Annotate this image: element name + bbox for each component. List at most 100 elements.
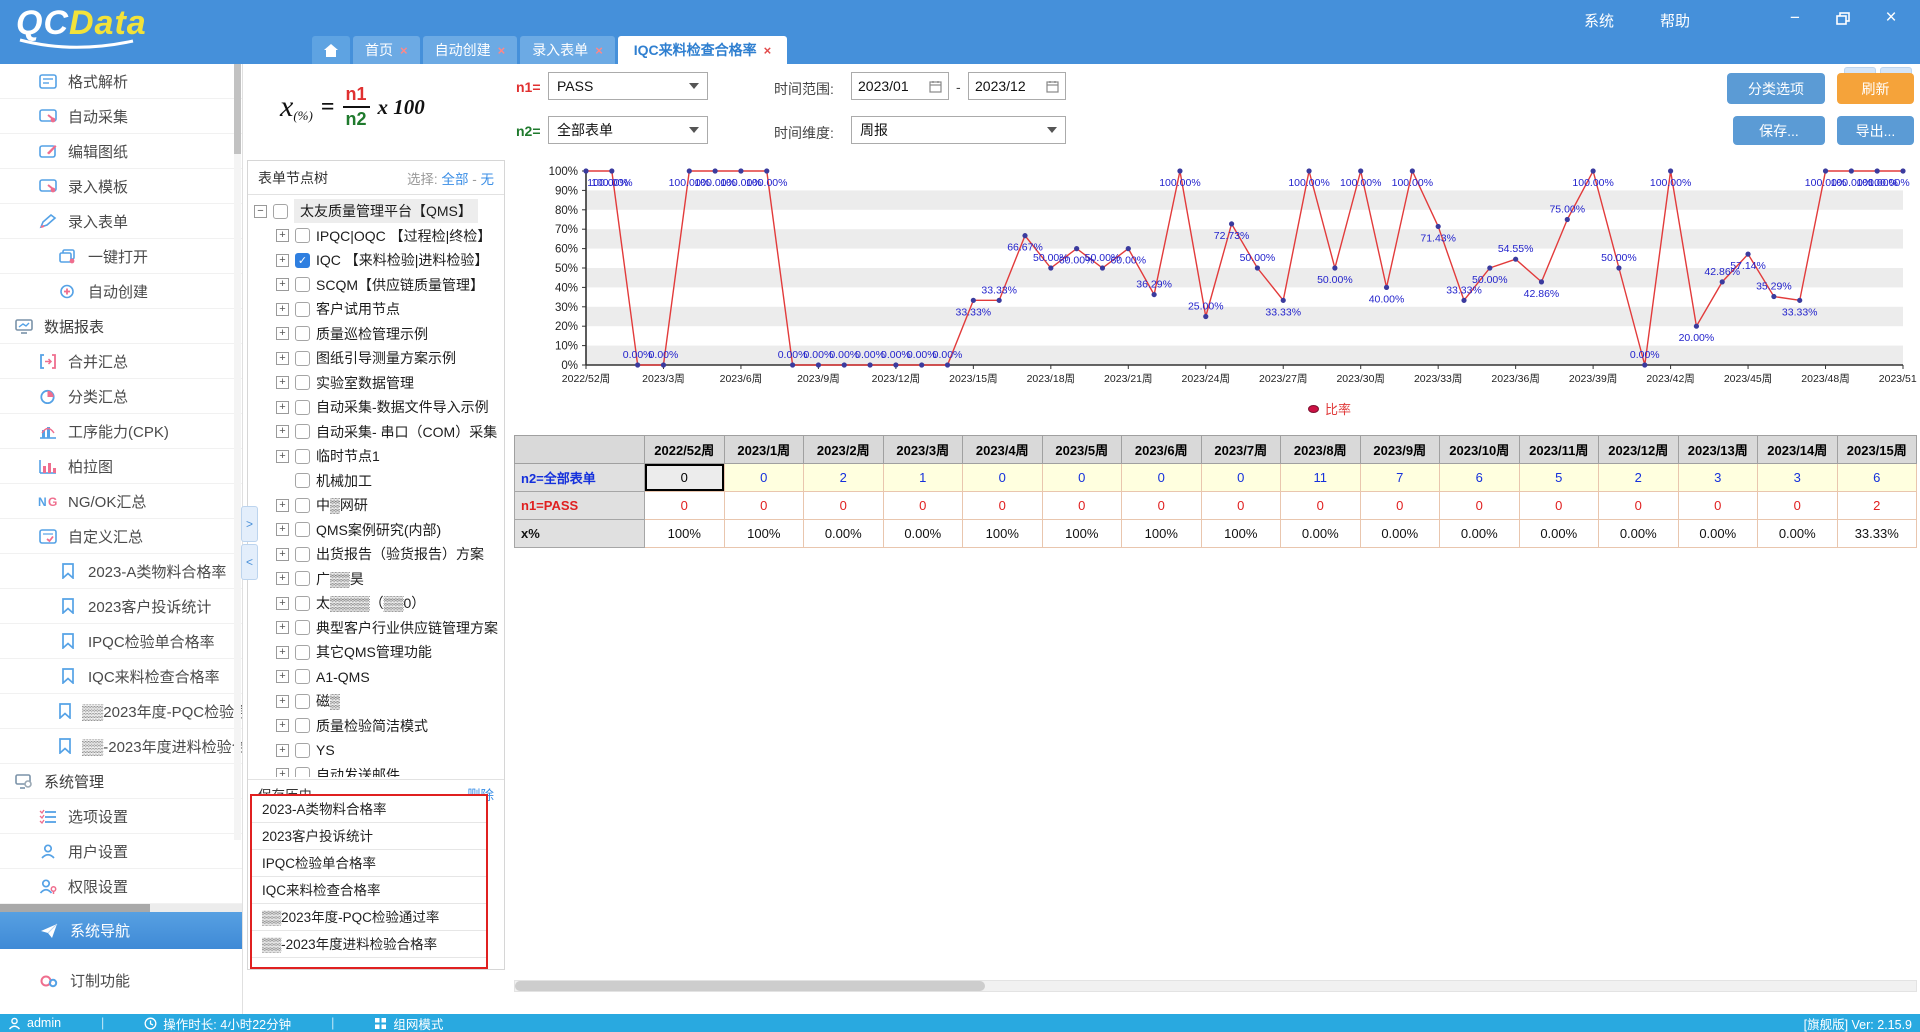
tree-node-10[interactable]: +临时节点1 [248,444,504,469]
sidebar-item-10[interactable]: 工序能力(CPK) [0,414,242,449]
sidebar-item-15[interactable]: 2023客户投诉统计 [0,589,242,624]
history-item-4[interactable]: ▒▒2023年度-PQC检验通过率 [252,904,486,931]
sidebar-item-22[interactable]: 用户设置 [0,834,242,869]
tree-select-all-link[interactable]: 全部 [441,172,468,187]
sidebar-item-2[interactable]: 编辑图纸 [0,134,242,169]
time-from-input[interactable]: 2023/01 [851,72,949,100]
tab-home[interactable] [312,36,350,64]
sidebar-item-13[interactable]: 自定义汇总 [0,519,242,554]
tree-node-21[interactable]: +质量检验简洁模式 [248,714,504,739]
table-cell-r2-c7[interactable]: 100% [1201,520,1281,548]
plus-expander-icon[interactable]: + [276,768,289,777]
tree-node-20[interactable]: +磁▒ [248,689,504,714]
sidebar-item-8[interactable]: 合并汇总 [0,344,242,379]
n2-select[interactable]: 全部表单 [548,116,708,144]
table-cell-r0-c1[interactable]: 0 [724,464,804,492]
tab-close-icon[interactable]: × [400,43,408,58]
tree-node-4[interactable]: +客户试用节点 [248,297,504,322]
table-cell-r1-c14[interactable]: 0 [1758,492,1838,520]
sidebar-item-6[interactable]: 自动创建 [0,274,242,309]
tab-2[interactable]: 录入表单× [520,36,615,64]
sidebar-item-12[interactable]: NGNG/OK汇总 [0,484,242,519]
sidebar-item-16[interactable]: IPQC检验单合格率 [0,624,242,659]
plus-expander-icon[interactable]: + [276,425,289,438]
plus-expander-icon[interactable]: + [276,670,289,683]
tree-checkbox[interactable] [295,694,310,709]
plus-expander-icon[interactable]: + [276,254,289,267]
tab-close-icon[interactable]: × [595,43,603,58]
classify-options-button[interactable]: 分类选项 [1727,73,1825,104]
sidebar-item-9[interactable]: 分类汇总 [0,379,242,414]
table-cell-r1-c11[interactable]: 0 [1519,492,1599,520]
panel-expand-button[interactable]: > [241,506,258,542]
tree-checkbox[interactable] [295,571,310,586]
tree-checkbox[interactable] [295,302,310,317]
sidebar-item-23[interactable]: 权限设置 [0,869,242,904]
table-cell-r1-c0[interactable]: 0 [645,492,725,520]
tree-node-6[interactable]: +图纸引导测量方案示例 [248,346,504,371]
panel-collapse-button[interactable]: < [241,544,258,580]
tree-checkbox[interactable] [295,277,310,292]
tree-checkbox[interactable] [295,767,310,777]
plus-expander-icon[interactable]: + [276,401,289,414]
minus-expander-icon[interactable]: − [254,205,267,218]
plus-expander-icon[interactable]: + [276,523,289,536]
table-cell-r2-c6[interactable]: 100% [1122,520,1202,548]
table-cell-r2-c5[interactable]: 100% [1042,520,1122,548]
table-cell-r0-c15[interactable]: 6 [1837,464,1917,492]
tree-checkbox[interactable] [295,718,310,733]
table-cell-r1-c13[interactable]: 0 [1678,492,1758,520]
minimize-button[interactable]: − [1784,8,1806,28]
sidebar-item-20[interactable]: 系统管理 [0,764,242,799]
menu-system[interactable]: 系统 [1584,10,1614,31]
table-cell-r2-c15[interactable]: 33.33% [1837,520,1917,548]
sidebar-item-3[interactable]: 录入模板 [0,169,242,204]
tree-checkbox[interactable] [295,473,310,488]
table-cell-r0-c11[interactable]: 5 [1519,464,1599,492]
tree-node-2[interactable]: +✓IQC 【来料检验|进料检验】 [248,248,504,273]
table-cell-r1-c3[interactable]: 0 [883,492,963,520]
save-button[interactable]: 保存... [1733,116,1825,145]
sidebar-item-7[interactable]: 数据报表 [0,309,242,344]
plus-expander-icon[interactable]: + [276,229,289,242]
restore-button[interactable] [1832,8,1854,28]
table-cell-r2-c12[interactable]: 0.00% [1599,520,1679,548]
tree-node-11[interactable]: 机械加工 [248,469,504,494]
sidebar-item-5[interactable]: 一键打开 [0,239,242,274]
plus-expander-icon[interactable]: + [276,572,289,585]
history-item-3[interactable]: IQC来料检查合格率 [252,877,486,904]
tree-checkbox[interactable] [295,424,310,439]
tree-node-1[interactable]: +IPQC|OQC 【过程检|终检】 [248,224,504,249]
history-item-5[interactable]: ▒▒-2023年度进料检验合格率 [252,931,486,958]
history-item-2[interactable]: IPQC检验单合格率 [252,850,486,877]
table-cell-r0-c8[interactable]: 11 [1281,464,1361,492]
table-cell-r0-c3[interactable]: 1 [883,464,963,492]
history-item-1[interactable]: 2023客户投诉统计 [252,823,486,850]
table-cell-r2-c9[interactable]: 0.00% [1360,520,1440,548]
tree-node-3[interactable]: +SCQM【供应链质量管理】 [248,273,504,298]
table-cell-r2-c14[interactable]: 0.00% [1758,520,1838,548]
table-cell-r0-c9[interactable]: 7 [1360,464,1440,492]
table-cell-r2-c11[interactable]: 0.00% [1519,520,1599,548]
table-cell-r0-c6[interactable]: 0 [1122,464,1202,492]
plus-expander-icon[interactable]: + [276,352,289,365]
table-cell-r2-c1[interactable]: 100% [724,520,804,548]
plus-expander-icon[interactable]: + [276,621,289,634]
table-cell-r1-c5[interactable]: 0 [1042,492,1122,520]
tab-close-icon[interactable]: × [764,43,772,58]
table-cell-r2-c13[interactable]: 0.00% [1678,520,1758,548]
plus-expander-icon[interactable]: + [276,719,289,732]
plus-expander-icon[interactable]: + [276,695,289,708]
table-cell-r2-c8[interactable]: 0.00% [1281,520,1361,548]
table-cell-r1-c9[interactable]: 0 [1360,492,1440,520]
tab-0[interactable]: 首页× [353,36,420,64]
tree-node-9[interactable]: +自动采集- 串口（COM）采集 [248,420,504,445]
plus-expander-icon[interactable]: + [276,646,289,659]
tree-checkbox[interactable] [295,498,310,513]
tab-3[interactable]: IQC来料检查合格率× [618,36,787,64]
tree-checkbox[interactable] [273,204,288,219]
table-cell-r1-c2[interactable]: 0 [804,492,884,520]
plus-expander-icon[interactable]: + [276,450,289,463]
table-cell-r0-c4[interactable]: 0 [963,464,1043,492]
tree-checkbox[interactable] [295,351,310,366]
